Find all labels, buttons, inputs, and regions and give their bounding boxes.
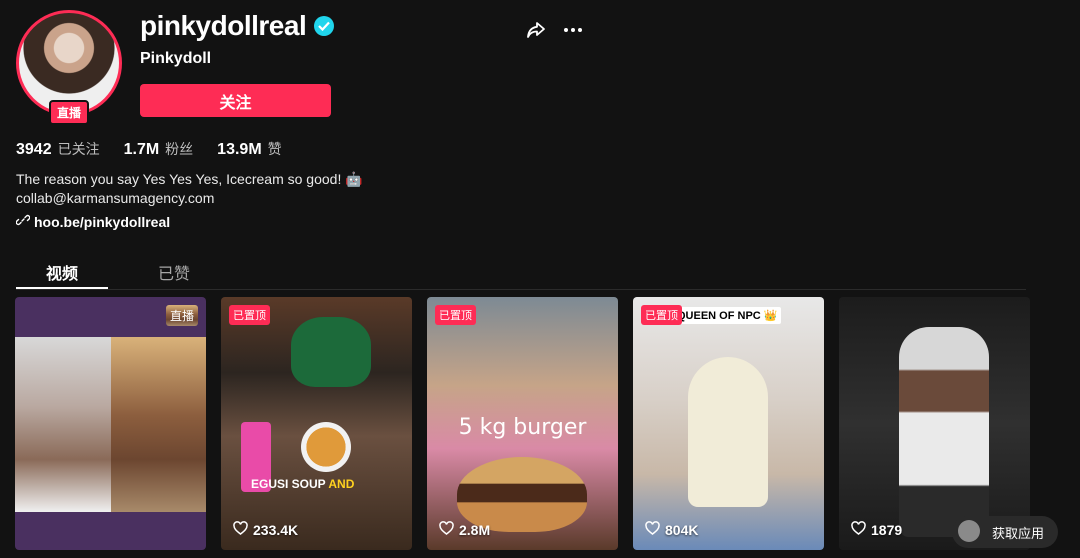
- heart-icon: [851, 521, 866, 538]
- stat-followers[interactable]: 1.7M 粉丝: [124, 139, 194, 159]
- app-icon: [958, 520, 980, 542]
- stat-following[interactable]: 3942 已关注: [16, 139, 100, 159]
- video-likes: 1879: [851, 521, 902, 538]
- stat-value: 1.7M: [123, 141, 160, 158]
- get-app-label: 获取应用: [991, 525, 1044, 541]
- get-app-button[interactable]: 获取应用: [952, 516, 1058, 548]
- verified-icon: [314, 16, 335, 36]
- video-likes: 2.8M: [439, 521, 490, 538]
- video-card[interactable]: 已置顶 5 kg burger 2.8M: [427, 297, 618, 550]
- heart-icon: [439, 521, 454, 538]
- pinned-tag: 已置顶: [229, 305, 270, 325]
- pinned-tag: 已置顶: [641, 305, 682, 325]
- heart-icon: [233, 521, 248, 538]
- tab-videos[interactable]: 视频: [16, 252, 108, 289]
- live-thumbnail: [15, 337, 206, 512]
- likes-count: 233.4K: [253, 521, 299, 538]
- video-card[interactable]: QUEEN OF NPC 👑 已置顶 804K: [633, 297, 824, 550]
- bio-email: collab@karmansumagency.com: [16, 190, 215, 206]
- share-icon[interactable]: [525, 19, 547, 41]
- stat-label: 已关注: [57, 141, 100, 157]
- heart-icon: [645, 521, 660, 538]
- video-caption: EGUSI SOUP AND: [251, 477, 354, 491]
- pinned-tag: 已置顶: [435, 305, 476, 325]
- stat-label: 赞: [267, 141, 282, 157]
- video-card[interactable]: 直播: [15, 297, 206, 550]
- bio-line: The reason you say Yes Yes Yes, Icecream…: [16, 171, 363, 187]
- stat-likes: 13.9M 赞: [217, 139, 281, 159]
- tab-liked[interactable]: 已赞: [128, 252, 220, 289]
- profile-avatar-wrap[interactable]: 直播: [16, 10, 122, 125]
- video-likes: 804K: [645, 521, 698, 538]
- video-grid: 直播 已置顶 EGUSI SOUP AND 233.4K 已置顶 5 kg bu…: [15, 297, 1030, 550]
- thumbnail-art: [301, 422, 351, 472]
- thumbnail-art: [899, 327, 989, 537]
- video-caption: 5 kg burger: [458, 415, 587, 440]
- profile-link[interactable]: hoo.be/pinkydollreal: [15, 213, 171, 230]
- likes-count: 1879: [871, 521, 903, 538]
- video-likes: 233.4K: [233, 521, 298, 538]
- thumbnail-art: [291, 317, 371, 387]
- stat-label: 粉丝: [165, 141, 194, 157]
- profile-tabs: 视频 已赞: [16, 252, 1026, 290]
- more-options-icon[interactable]: [564, 19, 586, 41]
- caption-highlight: AND: [325, 477, 355, 491]
- likes-count: 2.8M: [459, 521, 491, 538]
- caption-text: EGUSI SOUP: [251, 477, 326, 491]
- username: pinkydollreal: [140, 10, 307, 41]
- username-row: pinkydollreal: [140, 10, 335, 42]
- thumbnail-art: [688, 357, 768, 507]
- stat-value: 3942: [16, 141, 52, 158]
- nickname: Pinkydoll: [140, 50, 212, 67]
- stat-value: 13.9M: [217, 141, 262, 158]
- bio: The reason you say Yes Yes Yes, Icecream…: [16, 170, 363, 208]
- link-text: hoo.be/pinkydollreal: [34, 213, 171, 230]
- video-card[interactable]: 1879: [839, 297, 1030, 550]
- video-banner: QUEEN OF NPC 👑: [673, 307, 782, 324]
- live-tag: 直播: [165, 305, 198, 326]
- link-icon: [15, 213, 31, 230]
- follow-button[interactable]: 关注: [140, 84, 331, 117]
- profile-stats: 3942 已关注 1.7M 粉丝 13.9M 赞: [16, 139, 282, 159]
- likes-count: 804K: [665, 521, 699, 538]
- video-card[interactable]: 已置顶 EGUSI SOUP AND 233.4K: [221, 297, 412, 550]
- live-badge[interactable]: 直播: [49, 100, 90, 125]
